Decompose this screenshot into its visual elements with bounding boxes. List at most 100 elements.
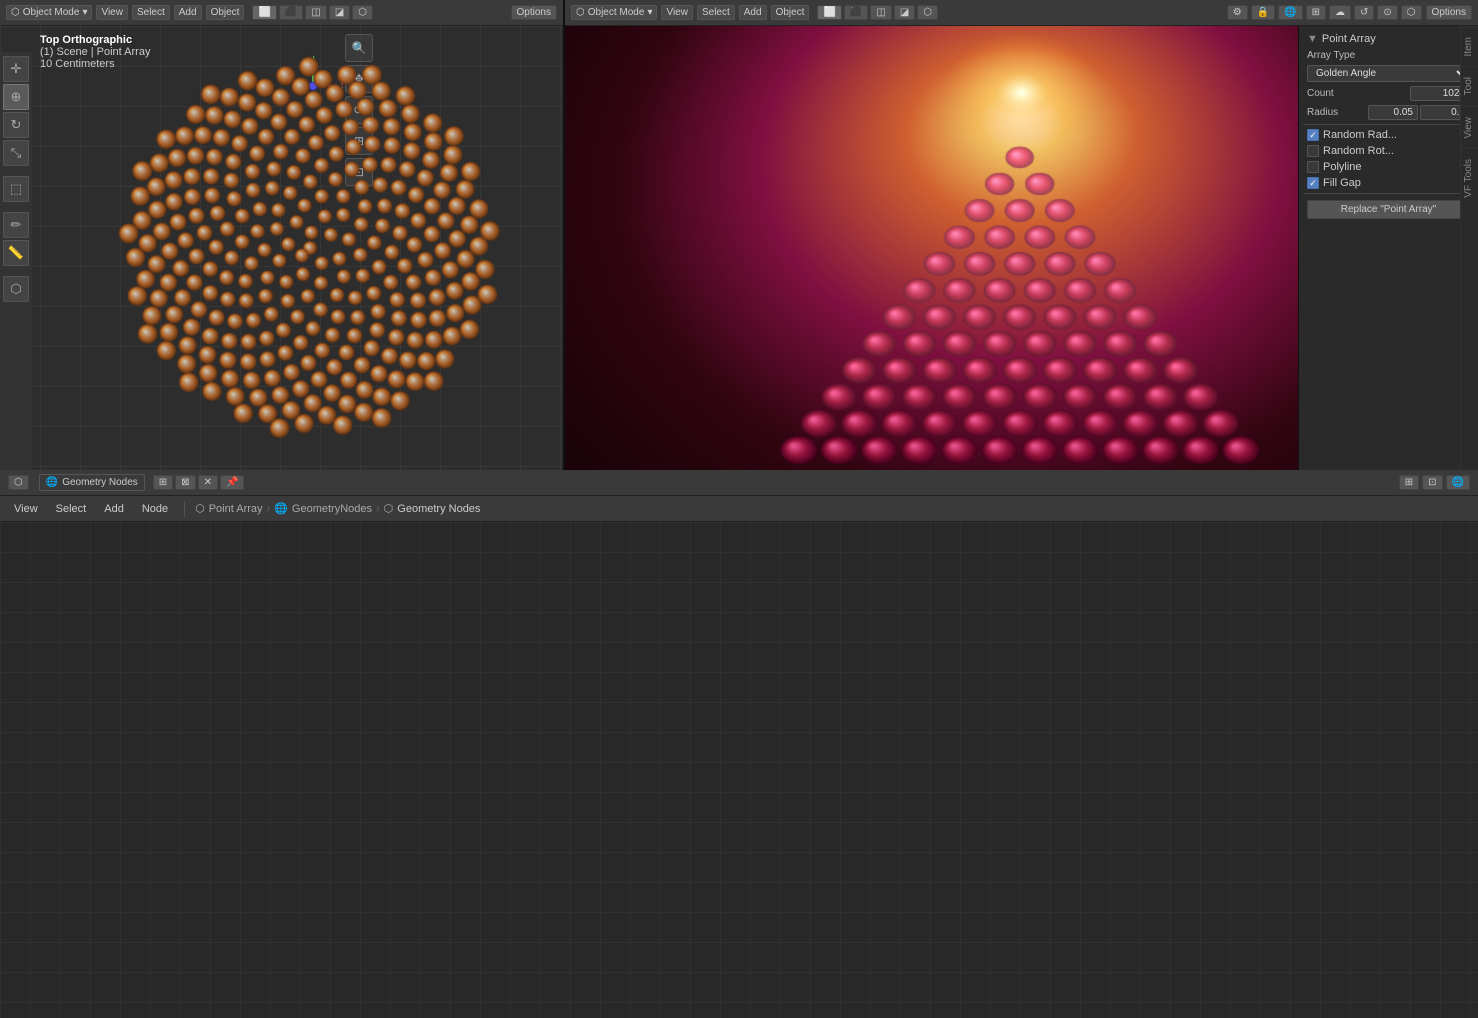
random-rad-row: ✓ Random Rad...	[1303, 127, 1474, 143]
fill-gap-checkbox[interactable]: ✓	[1307, 177, 1319, 189]
radius-input-1[interactable]	[1368, 105, 1418, 120]
tools-sidebar-left: ✛ ⊕ ↻ ⤡ ⬚ ✏ 📏 ⬡	[0, 52, 32, 470]
object-label: Object	[211, 7, 240, 18]
render-icon-3[interactable]: ◫	[870, 5, 891, 20]
add-label-right: Add	[744, 7, 762, 18]
render-settings-5[interactable]: ☁	[1329, 5, 1351, 20]
node-editor-icon-1[interactable]: ⬡	[8, 475, 29, 490]
measure-tool[interactable]: 📏	[3, 240, 29, 266]
render-icon-4[interactable]: ◪	[894, 5, 915, 20]
mode-label-right: Object Mode	[588, 7, 645, 18]
array-type-row: Array Type	[1303, 48, 1474, 63]
replace-btn[interactable]: Replace "Point Array"	[1307, 200, 1470, 219]
node-grid	[0, 522, 1478, 1018]
breadcrumb-sep1: ›	[267, 503, 271, 515]
right-side-tabs: Item Tool View VF Tools	[1460, 26, 1478, 470]
scale-tool[interactable]: ⤡	[3, 140, 29, 166]
mode-label-left: Object Mode	[23, 7, 80, 18]
node-menu-nodes[interactable]: Node	[136, 501, 174, 517]
polyline-checkbox[interactable]	[1307, 161, 1319, 173]
options-btn-right[interactable]: Options	[1426, 5, 1472, 20]
breadcrumb-part3[interactable]: Geometry Nodes	[397, 503, 480, 515]
random-rad-checkbox[interactable]: ✓	[1307, 129, 1319, 141]
view-label: View	[101, 7, 123, 18]
fill-gap-row: ✓ Fill Gap	[1303, 175, 1474, 191]
add-menu-left[interactable]: Add	[174, 5, 202, 20]
count-label: Count	[1307, 88, 1334, 99]
random-rot-label: Random Rot...	[1323, 145, 1394, 157]
move-tool[interactable]: ⊕	[3, 84, 29, 110]
properties-panel: ▼ Point Array Array Type Golden Angle Co…	[1298, 26, 1478, 470]
geometry-nodes-selector[interactable]: 🌐 Geometry Nodes	[39, 474, 145, 491]
node-editor: ⬡ 🌐 Geometry Nodes ⊞ ⊠ ✕ 📌 ⊞ ⊡ 🌐 View Se…	[0, 470, 1478, 1018]
render-settings-6[interactable]: ↺	[1354, 5, 1374, 20]
select-label-right: Select	[702, 7, 730, 18]
node-editor-close-btn[interactable]: ✕	[198, 475, 218, 490]
array-type-select[interactable]: Golden Angle	[1307, 65, 1470, 82]
transform-tool[interactable]: ⬚	[3, 176, 29, 202]
annotate-tool[interactable]: ✏	[3, 212, 29, 238]
vf-tools-tab[interactable]: VF Tools	[1461, 148, 1478, 208]
options-btn-left[interactable]: Options	[511, 5, 557, 20]
viewport-icon-2[interactable]: ⬛	[279, 5, 303, 20]
select-label: Select	[137, 7, 165, 18]
viewport-icon-3[interactable]: ◫	[305, 5, 326, 20]
object-mode-dropdown-left[interactable]: ⬡ Object Mode ▾	[6, 5, 92, 20]
view-tab[interactable]: View	[1461, 106, 1478, 149]
render-icon-2[interactable]: ⬛	[844, 5, 868, 20]
rotate-tool[interactable]: ↻	[3, 112, 29, 138]
render-icon-1[interactable]: ⬜	[817, 5, 841, 20]
add-menu-nodes[interactable]: Add	[98, 501, 130, 517]
props-panel-title: Point Array	[1322, 33, 1376, 45]
breadcrumb: ⬡ Point Array › 🌐 GeometryNodes › ⬡ Geom…	[195, 502, 480, 515]
count-row: Count	[1303, 84, 1474, 103]
item-tab[interactable]: Item	[1461, 26, 1478, 66]
breadcrumb-part2[interactable]: GeometryNodes	[292, 503, 372, 515]
node-editor-copy-btn[interactable]: ⊞	[153, 475, 173, 490]
select-menu-left[interactable]: Select	[132, 5, 170, 20]
add-label: Add	[179, 7, 197, 18]
radius-label: Radius	[1307, 107, 1338, 118]
node-editor-right-3[interactable]: 🌐	[1446, 475, 1470, 490]
render-settings-7[interactable]: ⊙	[1377, 5, 1397, 20]
breadcrumb-sep2: ›	[376, 503, 380, 515]
sphere-canvas	[110, 48, 510, 448]
random-rad-label: Random Rad...	[1323, 129, 1397, 141]
view-menu-nodes[interactable]: View	[8, 501, 44, 517]
random-rot-checkbox[interactable]	[1307, 145, 1319, 157]
tool-tab[interactable]: Tool	[1461, 66, 1478, 105]
node-editor-link-btn[interactable]: ⊠	[175, 475, 195, 490]
viewport-icon-4[interactable]: ◪	[329, 5, 350, 20]
breadcrumb-part1[interactable]: Point Array	[209, 503, 263, 515]
array-type-label: Array Type	[1307, 50, 1355, 61]
node-editor-pin-btn[interactable]: 📌	[220, 475, 244, 490]
render-settings-2[interactable]: 🔒	[1251, 5, 1275, 20]
select-menu-right[interactable]: Select	[697, 5, 735, 20]
object-label-right: Object	[776, 7, 805, 18]
node-canvas[interactable]: ▼ Named Attribute Attribute Float Name	[0, 522, 1478, 1018]
viewport-icon-1[interactable]: ⬜	[252, 5, 276, 20]
object-mode-dropdown-right[interactable]: ⬡ Object Mode ▾	[571, 5, 657, 20]
render-settings-1[interactable]: ⚙	[1227, 5, 1248, 20]
view-menu-left[interactable]: View	[96, 5, 128, 20]
viewport-right[interactable]: ⬡ Object Mode ▾ View Select Add Object ⬜…	[565, 0, 1478, 470]
object-tool[interactable]: ⬡	[3, 276, 29, 302]
viewport-icon-5[interactable]: ⬡	[352, 5, 373, 20]
node-editor-right-2[interactable]: ⊡	[1422, 475, 1442, 490]
polyline-row: Polyline	[1303, 159, 1474, 175]
node-editor-title: Geometry Nodes	[62, 477, 138, 488]
add-menu-right[interactable]: Add	[739, 5, 767, 20]
cursor-tool[interactable]: ✛	[3, 56, 29, 82]
render-icon-5[interactable]: ⬡	[917, 5, 938, 20]
radius-row: Radius	[1303, 103, 1474, 122]
render-settings-4[interactable]: ⊞	[1306, 5, 1326, 20]
object-menu-right[interactable]: Object	[771, 5, 810, 20]
render-settings-8[interactable]: ⬡	[1401, 5, 1422, 20]
view-menu-right[interactable]: View	[661, 5, 693, 20]
object-menu-left[interactable]: Object	[206, 5, 245, 20]
left-viewport-content[interactable]: ✛ ⊕ ↻ ⤡ ⬚ ✏ 📏 ⬡ Top Orthographic (1) Sce…	[0, 26, 563, 470]
viewport-left[interactable]: ⬡ Object Mode ▾ View Select Add Object ⬜…	[0, 0, 565, 470]
select-menu-nodes[interactable]: Select	[50, 501, 93, 517]
node-editor-right-1[interactable]: ⊞	[1399, 475, 1419, 490]
render-settings-3[interactable]: 🌐	[1278, 5, 1302, 20]
